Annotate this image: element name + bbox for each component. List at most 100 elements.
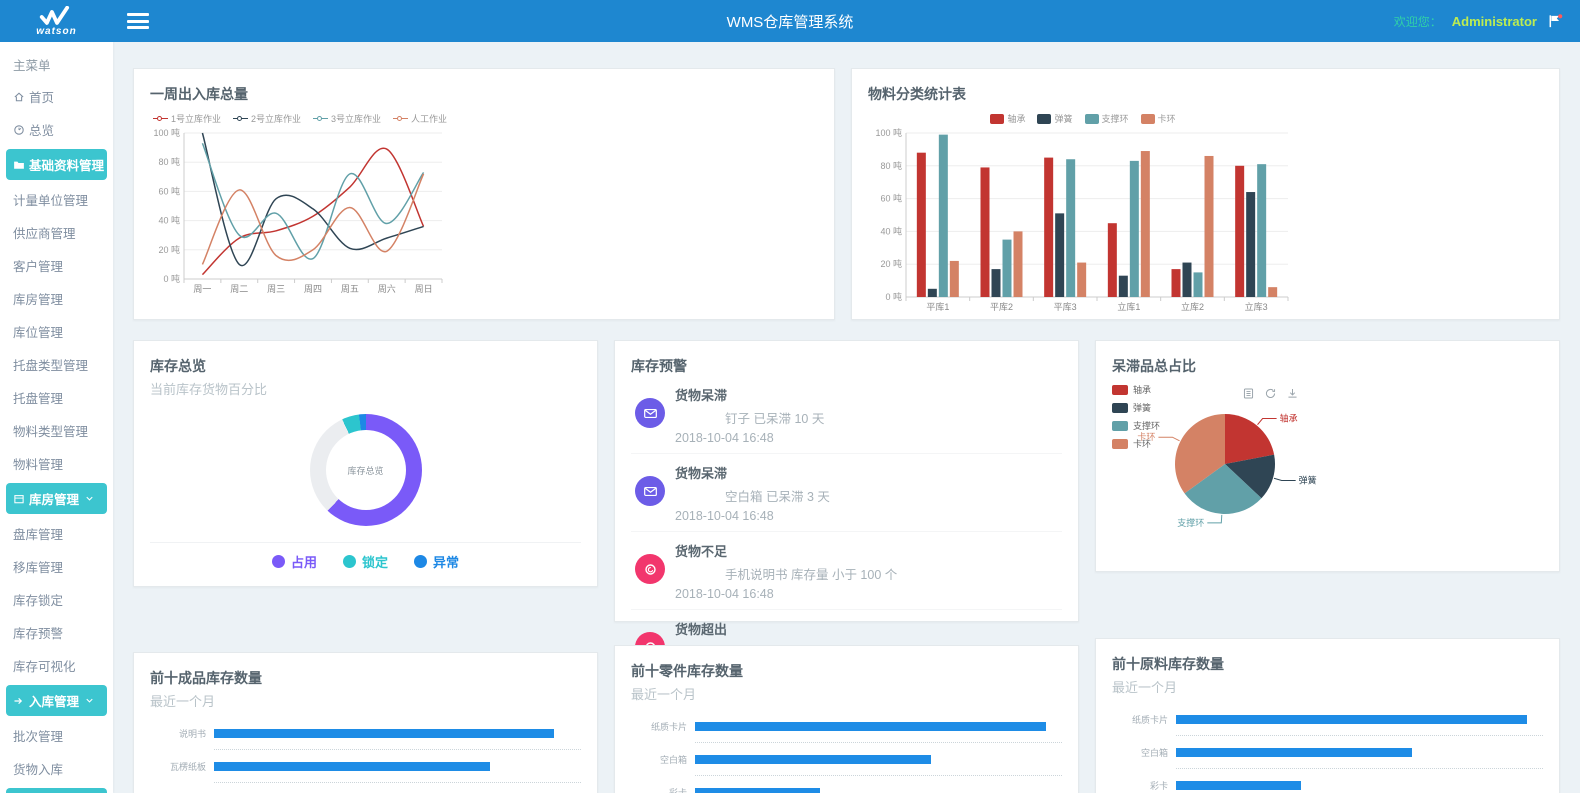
sidebar-item-3[interactable]: 计量单位管理 (0, 183, 113, 216)
legend-item[interactable]: 2号立库作业 (233, 112, 301, 125)
notification-flag-icon[interactable] (1547, 13, 1564, 29)
top-raw-bar-chart[interactable]: 纸质卡片空白箱彩卡说明书 (1112, 710, 1543, 793)
bar-平库3-卡环 (1077, 263, 1086, 297)
alert-row[interactable]: 货物不足手机说明书 库存量 小于 100 个2018-10-04 16:48 (631, 531, 1062, 609)
sidebar-item-13[interactable]: 盘库管理 (0, 517, 113, 550)
bar-立库2-弹簧 (1183, 263, 1192, 297)
sidebar-item-label: 物料管理 (13, 454, 63, 473)
hbar-divider (1176, 768, 1543, 769)
sidebar-item-14[interactable]: 移库管理 (0, 550, 113, 583)
stagnant-pie-chart[interactable]: 轴承弹簧支撑环卡环 (1112, 376, 1542, 544)
alert-title: 货物不足 (675, 541, 897, 560)
current-username[interactable]: Administrator (1452, 14, 1537, 29)
svg-text:立库3: 立库3 (1245, 301, 1268, 312)
svg-text:80 吨: 80 吨 (158, 156, 180, 167)
card-top-finished: 前十成品库存数量 最近一个月 说明书瓦楞纸板纸质卡片空白箱 (133, 652, 598, 793)
hbar-bar[interactable] (1176, 715, 1527, 724)
hamburger-menu-icon[interactable] (127, 13, 149, 29)
legend-item[interactable]: 轴承 (990, 112, 1025, 125)
legend-item-卡环[interactable]: 卡环 (1112, 437, 1160, 450)
app-logo[interactable]: watson (0, 0, 113, 42)
bar-平库2-支撑环 (1003, 240, 1012, 297)
sidebar-item-10[interactable]: 物料类型管理 (0, 414, 113, 447)
material-bar-chart[interactable]: 0 吨20 吨40 吨60 吨80 吨100 吨平库1平库2平库3立库1立库2立… (868, 125, 1298, 321)
hbar-bar[interactable] (214, 762, 490, 771)
sidebar-item-6[interactable]: 库房管理 (0, 282, 113, 315)
bar-平库2-卡环 (1014, 231, 1023, 297)
svg-text:60 吨: 60 吨 (158, 185, 180, 196)
alert-title: 货物呆滞 (675, 385, 824, 404)
svg-text:周日: 周日 (415, 284, 433, 294)
box-icon (13, 493, 25, 505)
legend-item-锁定[interactable]: 锁定 (343, 552, 388, 571)
sidebar-item-4[interactable]: 供应商管理 (0, 216, 113, 249)
legend-item-占用[interactable]: 占用 (272, 552, 317, 571)
card-top-parts: 前十零件库存数量 最近一个月 纸质卡片空白箱彩卡说明书 (614, 645, 1079, 793)
hbar-bar[interactable] (1176, 781, 1301, 790)
svg-text:立库2: 立库2 (1181, 301, 1204, 312)
sidebar-item-label: 托盘类型管理 (13, 355, 88, 374)
envelope-icon (635, 398, 665, 428)
legend-item[interactable]: 支撑环 (1085, 112, 1129, 125)
bar-立库3-弹簧 (1246, 192, 1255, 297)
bar-平库3-轴承 (1044, 158, 1053, 297)
legend-item[interactable]: 弹簧 (1037, 112, 1072, 125)
hbar-bar[interactable] (695, 722, 1046, 731)
hbar-bar[interactable] (695, 755, 931, 764)
sidebar-item-8[interactable]: 托盘类型管理 (0, 348, 113, 381)
sidebar-item-21[interactable]: 出库管理 (6, 788, 107, 793)
legend-item[interactable]: 人工作业 (393, 112, 447, 125)
hbar-divider (214, 782, 581, 783)
legend-item-异常[interactable]: 异常 (414, 552, 459, 571)
legend-item[interactable]: 3号立库作业 (313, 112, 381, 125)
hbar-label: 纸质卡片 (1112, 713, 1168, 726)
hbar-bar[interactable] (695, 788, 820, 793)
alert-icon (635, 554, 665, 584)
weekly-io-line-chart[interactable]: 0 吨20 吨40 吨60 吨80 吨100 吨周一周二周三周四周五周六周日 (150, 125, 450, 303)
svg-text:平库2: 平库2 (990, 301, 1013, 312)
legend-item[interactable]: 卡环 (1141, 112, 1176, 125)
legend-item-轴承[interactable]: 轴承 (1112, 383, 1160, 396)
sidebar-item-17[interactable]: 库存可视化 (0, 649, 113, 682)
svg-text:立库1: 立库1 (1117, 301, 1140, 312)
sidebar-item-19[interactable]: 批次管理 (0, 719, 113, 752)
sidebar-item-1[interactable]: 总览 (0, 113, 113, 146)
legend-item[interactable]: 1号立库作业 (153, 112, 221, 125)
sidebar-item-7[interactable]: 库位管理 (0, 315, 113, 348)
inventory-donut-chart[interactable]: 库存总览 (150, 398, 581, 542)
bar-立库3-轴承 (1235, 166, 1244, 297)
hbar-bar[interactable] (214, 729, 554, 738)
legend-item-支撑环[interactable]: 支撑环 (1112, 419, 1160, 432)
welcome-label: 欢迎您： (1394, 13, 1442, 30)
alert-row[interactable]: 货物呆滞空白箱 已呆滞 3 天2018-10-04 16:48 (631, 453, 1062, 531)
hbar-row: 空白箱 (1112, 743, 1543, 761)
top-parts-bar-chart[interactable]: 纸质卡片空白箱彩卡说明书 (631, 717, 1062, 793)
sidebar-item-15[interactable]: 库存锁定 (0, 583, 113, 616)
svg-text:0 吨: 0 吨 (885, 291, 902, 302)
sidebar-item-5[interactable]: 客户管理 (0, 249, 113, 282)
sidebar-item-18[interactable]: 入库管理 (6, 685, 107, 716)
sidebar-item-12[interactable]: 库房管理 (6, 483, 107, 514)
download-icon[interactable] (1286, 387, 1299, 400)
hbar-row: 纸质卡片 (1112, 710, 1543, 728)
legend-item-弹簧[interactable]: 弹簧 (1112, 401, 1160, 414)
refresh-icon[interactable] (1264, 387, 1277, 400)
hbar-bar[interactable] (1176, 748, 1412, 757)
data-view-icon[interactable] (1242, 387, 1255, 400)
alert-row[interactable]: 货物呆滞钉子 已呆滞 10 天2018-10-04 16:48 (631, 376, 1062, 453)
alert-time: 2018-10-04 16:48 (675, 509, 830, 523)
top-finished-bar-chart[interactable]: 说明书瓦楞纸板纸质卡片空白箱 (150, 724, 581, 793)
sidebar-item-label: 库位管理 (13, 322, 63, 341)
card-subtitle-inventory: 当前库存货物百分比 (150, 379, 581, 398)
sidebar-section-label: 主菜单 (0, 42, 113, 80)
sidebar-item-2[interactable]: 基础资料管理 (6, 149, 107, 180)
sidebar-item-20[interactable]: 货物入库 (0, 752, 113, 785)
sidebar-item-label: 计量单位管理 (13, 190, 88, 209)
sidebar-item-label: 入库管理 (29, 691, 79, 710)
sidebar-item-9[interactable]: 托盘管理 (0, 381, 113, 414)
sidebar-item-11[interactable]: 物料管理 (0, 447, 113, 480)
sidebar-item-0[interactable]: 首页 (0, 80, 113, 113)
sidebar-item-16[interactable]: 库存预警 (0, 616, 113, 649)
svg-text:80 吨: 80 吨 (880, 160, 902, 171)
hbar-row: 彩卡 (1112, 776, 1543, 793)
